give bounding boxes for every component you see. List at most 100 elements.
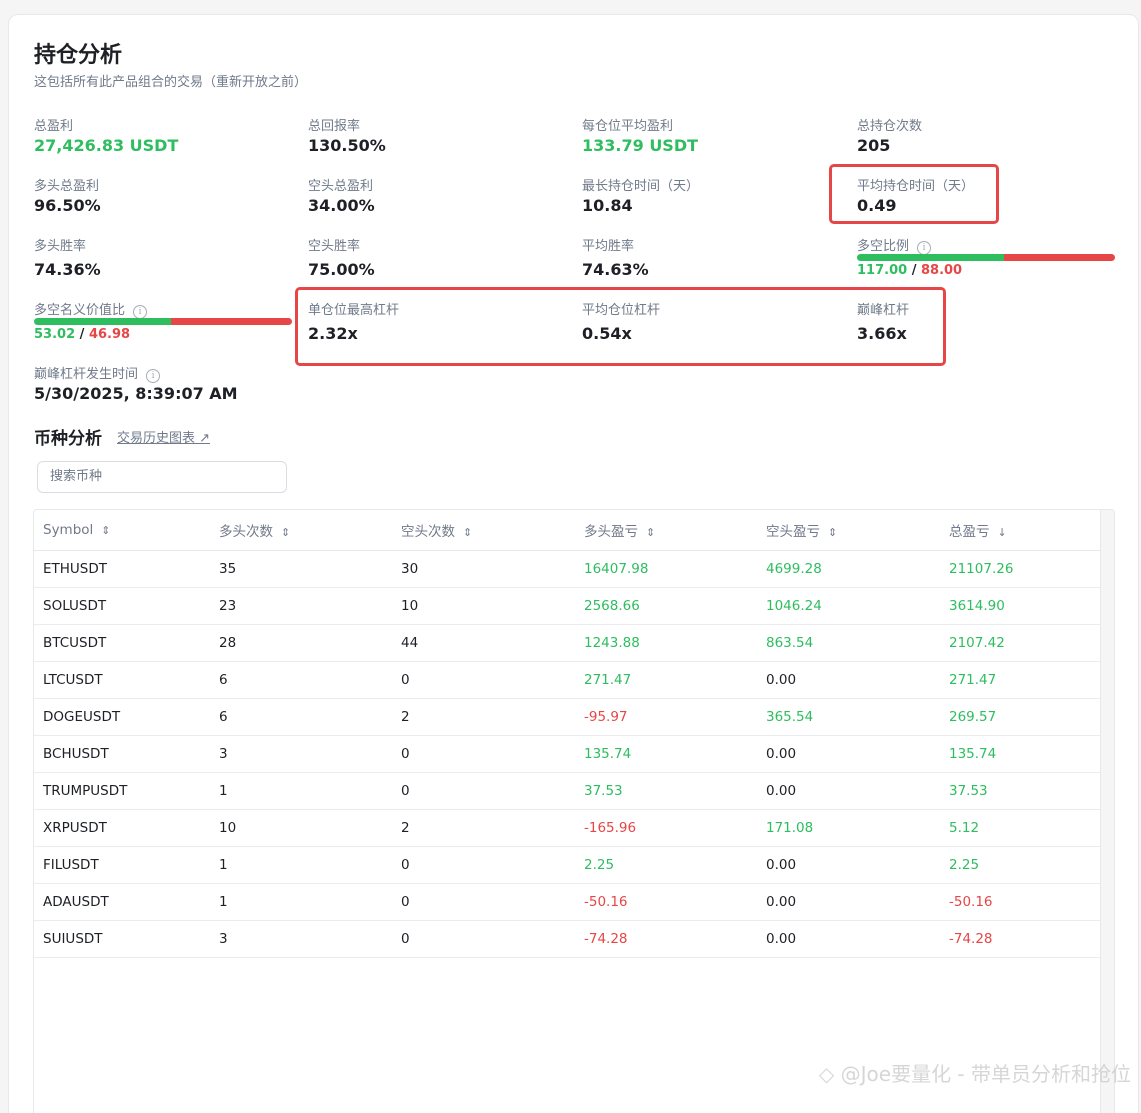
column-header-label: 空头盈亏 [766,523,820,540]
table-row[interactable]: TRUMPUSDT 1 0 37.53 0.00 37.53 [34,772,1100,810]
table-cell: 0 [392,735,575,773]
column-header-label: Symbol [43,521,94,538]
table-row[interactable]: BCHUSDT 3 0 135.74 0.00 135.74 [34,735,1100,773]
table-cell: SOLUSDT [34,587,210,625]
sort-icon[interactable]: ⇕ [646,526,655,539]
sort-desc-icon[interactable]: ↓ [998,526,1007,539]
table-cell: 44 [392,624,575,662]
trade-history-chart-link[interactable]: 交易历史图表 ↗ [117,427,210,446]
long-short-ratio-label: 多空比例 i [857,235,932,255]
long-notional-value: 53.02 [34,327,76,342]
table-cell: -74.28 [575,920,757,958]
table-row[interactable]: XRPUSDT 10 2 -165.96 171.08 5.12 [34,809,1100,847]
coin-analysis-title: 币种分析 [34,429,102,449]
table-cell: 5.12 [940,809,1100,847]
table-cell: 16407.98 [575,550,757,588]
avg-pnl-label: 每仓位平均盈利 [582,119,674,134]
table-cell: 0 [392,920,575,958]
table-cell: LTCUSDT [34,661,210,699]
table-cell: BCHUSDT [34,735,210,773]
table-row[interactable]: ADAUSDT 1 0 -50.16 0.00 -50.16 [34,883,1100,921]
avg-win-rate-value: 74.63% [582,260,649,279]
short-total-pnl-label: 空头总盈利 [308,179,374,194]
table-cell: 135.74 [940,735,1100,773]
table-cell: 0.00 [757,735,940,773]
sort-icon[interactable]: ⇕ [463,526,472,539]
table-scrollbar[interactable] [1100,510,1114,1113]
short-notional-value: 46.98 [88,327,131,342]
sort-icon[interactable]: ⇕ [101,524,110,537]
long-short-ratio-values: 117.00 / 88.00 [857,263,962,278]
total-return-value: 130.50% [308,136,386,155]
table-cell: -74.28 [940,920,1100,958]
table-cell: 0 [392,661,575,699]
table-cell: 135.74 [575,735,757,773]
table-body: ETHUSDT 35 30 16407.98 4699.28 21107.26 SOLUSD… [34,550,1100,958]
short-win-rate-label: 空头胜率 [308,239,361,254]
table-row[interactable]: SUIUSDT 3 0 -74.28 0.00 -74.28 [34,920,1100,958]
table-cell: 365.54 [757,698,940,736]
column-header-label: 空头次数 [401,523,455,540]
max-hold-time-value: 10.84 [582,196,633,215]
column-header[interactable]: Symbol ⇕ [34,510,210,551]
table-row[interactable]: BTCUSDT 28 44 1243.88 863.54 2107.42 [34,624,1100,662]
notional-ratio-bar [34,318,292,325]
long-total-pnl-value: 96.50% [34,196,101,215]
table-cell: 21107.26 [940,550,1100,588]
table-cell: 0 [392,772,575,810]
short-total-pnl-value: 34.00% [308,196,375,215]
table-row[interactable]: ETHUSDT 35 30 16407.98 4699.28 21107.26 [34,550,1100,588]
table-row[interactable]: FILUSDT 1 0 2.25 0.00 2.25 [34,846,1100,884]
total-return-label: 总回报率 [308,119,361,134]
table-cell: 1243.88 [575,624,757,662]
table-cell: FILUSDT [34,846,210,884]
table-row[interactable]: SOLUSDT 23 10 2568.66 1046.24 3614.90 [34,587,1100,625]
long-notional-fill [34,318,171,325]
page-subtitle: 这包括所有此产品组合的交易（重新开放之前） [34,75,308,90]
sort-icon[interactable]: ⇕ [281,526,290,539]
table-cell: DOGEUSDT [34,698,210,736]
short-ratio-value: 88.00 [920,263,963,278]
info-icon[interactable]: i [133,305,148,319]
info-icon[interactable]: i [146,369,161,383]
watermark: ◇ @Joe要量化 - 带单员分析和抢位 [818,1062,1131,1086]
total-positions-label: 总持仓次数 [857,119,923,134]
table-cell: 3614.90 [940,587,1100,625]
long-total-pnl-label: 多头总盈利 [34,179,100,194]
page-title: 持仓分析 [34,43,123,68]
sort-icon[interactable]: ⇕ [828,526,837,539]
long-ratio-value: 117.00 [857,263,908,278]
peak-leverage-time-label: 巅峰杠杆发生时间 i [34,363,161,383]
coin-search-input[interactable]: 搜索币种 [37,461,287,493]
table-cell: 35 [210,550,392,588]
table-cell: 2568.66 [575,587,757,625]
column-header[interactable]: 空头次数 ⇕ [392,510,575,551]
position-analysis-card: 持仓分析 这包括所有此产品组合的交易（重新开放之前） 总盈利 27,426.83… [8,14,1139,1113]
table-cell: 2 [392,698,575,736]
column-header[interactable]: 多头盈亏 ⇕ [575,510,757,551]
long-ratio-fill [857,254,1005,261]
column-header[interactable]: 总盈亏 ↓ [940,510,1100,551]
table-cell: 3 [210,735,392,773]
column-header-label: 多头盈亏 [584,523,638,540]
table-row[interactable]: LTCUSDT 6 0 271.47 0.00 271.47 [34,661,1100,699]
table-cell: 28 [210,624,392,662]
table-row[interactable]: DOGEUSDT 6 2 -95.97 365.54 269.57 [34,698,1100,736]
info-icon[interactable]: i [917,241,932,255]
column-header[interactable]: 空头盈亏 ⇕ [757,510,940,551]
table-cell: 0.00 [757,772,940,810]
table-cell: 6 [210,661,392,699]
table-cell: -50.16 [940,883,1100,921]
table-cell: 0.00 [757,920,940,958]
column-header[interactable]: 多头次数 ⇕ [210,510,392,551]
table-cell: -95.97 [575,698,757,736]
table-cell: 1 [210,846,392,884]
table-cell: 0.00 [757,883,940,921]
notional-separator: / [79,327,85,342]
table-cell: BTCUSDT [34,624,210,662]
highlight-box-leverage [295,287,946,366]
table-cell: 271.47 [575,661,757,699]
table-cell: 2107.42 [940,624,1100,662]
notional-ratio-label: 多空名义价值比 i [34,299,148,319]
table-cell: -50.16 [575,883,757,921]
